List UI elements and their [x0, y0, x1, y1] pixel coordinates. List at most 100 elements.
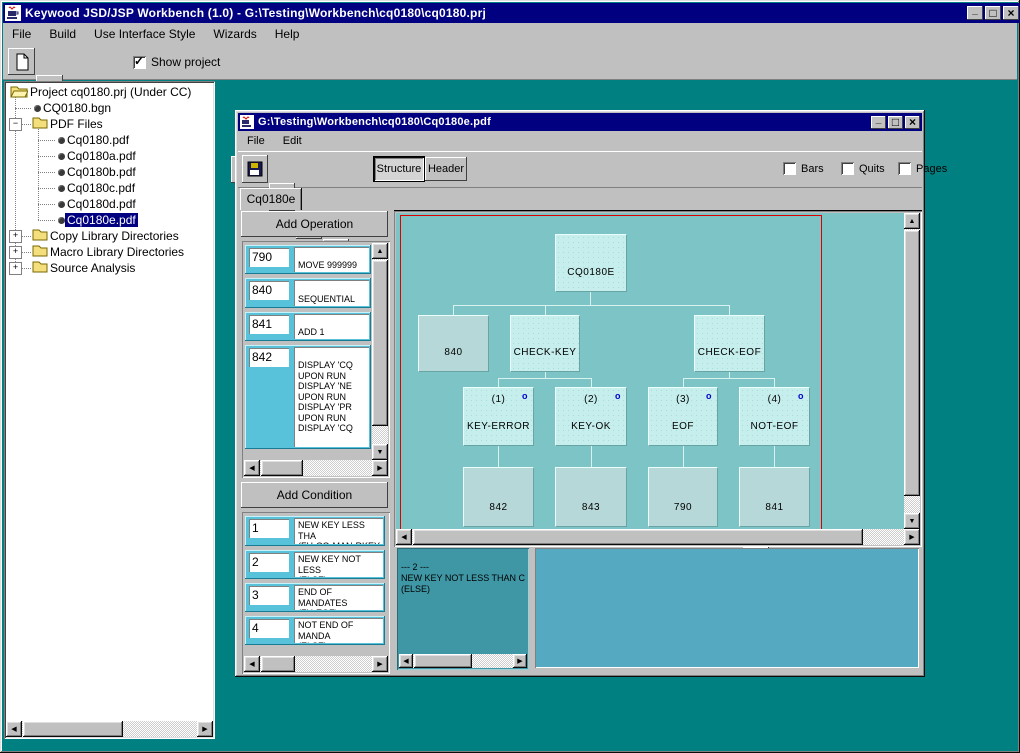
scroll-down-button[interactable] [372, 444, 388, 460]
operations-vscrollbar[interactable] [372, 243, 388, 460]
scroll-thumb[interactable] [372, 260, 388, 426]
structure-diagram-canvas[interactable]: CQ0180E 840 CHECK-KEY CHECK-EOF (1) o KE… [396, 213, 904, 529]
condition-number[interactable]: 2 [249, 553, 289, 572]
tree-item-pdf1[interactable]: Cq0180a.pdf [58, 148, 138, 164]
condition-number[interactable]: 4 [249, 619, 289, 638]
operation-text[interactable]: SEQUENTIAL [294, 280, 369, 306]
tree-item-macro-lib[interactable]: Macro Library Directories [32, 244, 186, 260]
diagram-node-840[interactable]: 840 [418, 315, 489, 372]
condition-number[interactable]: 3 [249, 586, 289, 605]
menu-edit[interactable]: Edit [274, 133, 311, 149]
pages-checkbox[interactable] [898, 162, 911, 175]
scroll-right-button[interactable] [372, 460, 388, 476]
scroll-left-button[interactable] [244, 656, 260, 672]
scroll-down-button[interactable] [904, 513, 920, 529]
scroll-left-button[interactable] [244, 460, 260, 476]
tab-cq0180e[interactable]: Cq0180e [240, 188, 302, 210]
diagram-node-790[interactable]: 790 [648, 467, 718, 527]
bars-checkbox[interactable] [783, 162, 796, 175]
diagram-node-841[interactable]: 841 [739, 467, 810, 527]
scroll-up-button[interactable] [372, 243, 388, 259]
expand-expander[interactable] [9, 246, 22, 259]
operation-text[interactable]: ADD 1 [294, 314, 369, 339]
scroll-up-button[interactable] [904, 213, 920, 229]
collapse-expander[interactable] [9, 118, 22, 131]
minimize-button[interactable] [967, 6, 983, 20]
tree-item-pdf5-selected[interactable]: Cq0180e.pdf [58, 212, 138, 228]
menu-help[interactable]: Help [266, 25, 309, 43]
structure-view-button[interactable]: Structure [374, 157, 424, 181]
condition-row-2[interactable]: 2 NEW KEY NOT LESS (ELSE) [245, 550, 385, 579]
tree-root-row[interactable]: Project cq0180.prj (Under CC) [10, 84, 193, 100]
tree-hscrollbar[interactable] [6, 721, 213, 737]
new-button[interactable] [8, 48, 35, 75]
condition-row-3[interactable]: 3 END OF MANDATES (FH-EOF) [245, 583, 385, 612]
minimize-button[interactable] [871, 116, 886, 129]
tree-item-bgn[interactable]: CQ0180.bgn [34, 100, 113, 116]
add-condition-button[interactable]: Add Condition [241, 482, 388, 508]
operation-number[interactable]: 841 [249, 315, 289, 334]
scroll-left-button[interactable] [399, 654, 413, 668]
scroll-left-button[interactable] [396, 529, 412, 545]
operation-row-842[interactable]: 842 DISPLAY 'CQ UPON RUN DISPLAY 'NE UPO… [245, 345, 371, 449]
tree-item-source-analysis[interactable]: Source Analysis [32, 260, 137, 276]
diagram-node-842[interactable]: 842 [463, 467, 534, 527]
menu-file[interactable]: File [3, 25, 40, 43]
expand-expander[interactable] [9, 262, 22, 275]
operation-row-841[interactable]: 841 ADD 1 [245, 312, 371, 341]
operation-row-790[interactable]: 790 MOVE 999999 [245, 245, 371, 274]
menu-build[interactable]: Build [40, 25, 85, 43]
operations-hscrollbar[interactable] [244, 460, 388, 476]
close-button[interactable] [1003, 6, 1019, 20]
condition-text[interactable]: END OF MANDATES (FH-EOF) [294, 585, 383, 610]
operation-text[interactable]: MOVE 999999 [294, 247, 369, 272]
diagram-node-eof[interactable]: (3) o EOF [648, 387, 718, 446]
tree-item-pdf2[interactable]: Cq0180b.pdf [58, 164, 138, 180]
menu-use-interface-style[interactable]: Use Interface Style [85, 25, 204, 43]
diagram-node-not-eof[interactable]: (4) o NOT-EOF [739, 387, 810, 446]
tree-item-pdf0[interactable]: Cq0180.pdf [58, 132, 131, 148]
scroll-thumb[interactable] [261, 460, 303, 476]
scroll-right-button[interactable] [513, 654, 527, 668]
maximize-button[interactable] [888, 116, 903, 129]
main-titlebar[interactable]: Keywood JSD/JSP Workbench (1.0) - G:\Tes… [3, 3, 1020, 23]
quits-toggle[interactable]: Quits [841, 162, 885, 175]
maximize-button[interactable] [985, 6, 1001, 20]
scroll-thumb[interactable] [261, 656, 295, 672]
menu-wizards[interactable]: Wizards [204, 25, 265, 43]
tree-item-pdf3[interactable]: Cq0180c.pdf [58, 180, 137, 196]
diagram-node-key-ok[interactable]: (2) o KEY-OK [555, 387, 627, 446]
scroll-right-button[interactable] [197, 721, 213, 737]
condition-row-1[interactable]: 1 NEW KEY LESS THA (FH-CQ-MAN-RKEY [245, 516, 385, 546]
diagram-node-843[interactable]: 843 [555, 467, 627, 527]
diagram-node-root[interactable]: CQ0180E [555, 234, 627, 292]
diagram-vscrollbar[interactable] [904, 213, 920, 529]
show-project-toggle[interactable]: Show project [133, 55, 220, 69]
pages-toggle[interactable]: Pages [898, 162, 947, 175]
conditions-hscrollbar[interactable] [244, 656, 388, 672]
scroll-thumb[interactable] [414, 654, 472, 668]
diagram-node-check-eof[interactable]: CHECK-EOF [694, 315, 765, 372]
status-hscrollbar[interactable] [399, 654, 527, 668]
menu-file[interactable]: File [238, 133, 274, 149]
operation-text[interactable]: DISPLAY 'CQ UPON RUN DISPLAY 'NE UPON RU… [294, 347, 369, 447]
scroll-right-button[interactable] [904, 529, 920, 545]
condition-text[interactable]: NEW KEY NOT LESS (ELSE) [294, 552, 383, 577]
expand-expander[interactable] [9, 230, 22, 243]
condition-text[interactable]: NEW KEY LESS THA (FH-CQ-MAN-RKEY [294, 518, 383, 544]
diagram-node-key-error[interactable]: (1) o KEY-ERROR [463, 387, 534, 446]
condition-row-4[interactable]: 4 NOT END OF MANDA (ELSE) [245, 616, 385, 645]
diagram-hscrollbar[interactable] [396, 529, 920, 545]
scroll-thumb[interactable] [413, 529, 863, 545]
condition-number[interactable]: 1 [249, 519, 289, 538]
tree-item-pdf4[interactable]: Cq0180d.pdf [58, 196, 138, 212]
scroll-thumb[interactable] [904, 230, 920, 496]
bars-toggle[interactable]: Bars [783, 162, 824, 175]
tree-item-pdf-files[interactable]: PDF Files [32, 116, 105, 132]
editor-titlebar[interactable]: G:\Testing\Workbench\cq0180\Cq0180e.pdf [238, 113, 922, 131]
scroll-right-button[interactable] [372, 656, 388, 672]
header-view-button[interactable]: Header [425, 157, 467, 181]
operation-number[interactable]: 842 [249, 348, 289, 367]
condition-text[interactable]: NOT END OF MANDA (ELSE) [294, 618, 383, 643]
show-project-checkbox[interactable] [133, 56, 146, 69]
